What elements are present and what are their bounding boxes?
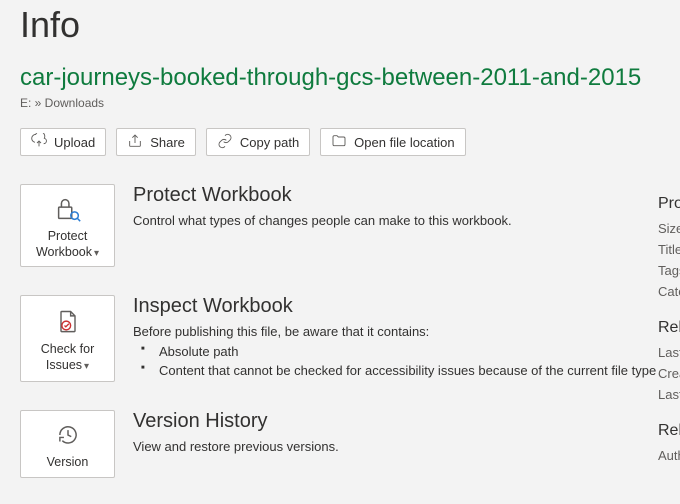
document-check-icon bbox=[54, 306, 82, 338]
version-section: Version Version History View and restore… bbox=[20, 410, 660, 478]
chevron-down-icon: ▾ bbox=[84, 361, 89, 372]
version-title: Version History bbox=[133, 410, 660, 433]
properties-panel: Properties Size Title Tags Categories Re… bbox=[658, 195, 680, 469]
version-desc: View and restore previous versions. bbox=[133, 438, 660, 456]
protect-workbook-button[interactable]: Protect Workbook▾ bbox=[20, 184, 115, 267]
copy-path-button[interactable]: Copy path bbox=[206, 128, 310, 156]
action-bar: Upload Share Copy path Open file locatio… bbox=[20, 128, 660, 156]
related-people-header: Related People bbox=[658, 422, 680, 440]
protect-tile-label: Protect Workbook bbox=[36, 229, 92, 259]
file-path: E: » Downloads bbox=[20, 96, 660, 110]
properties-header: Properties bbox=[658, 195, 680, 213]
page-title: Info bbox=[20, 4, 660, 46]
inspect-section: Check for Issues▾ Inspect Workbook Befor… bbox=[20, 295, 660, 382]
link-icon bbox=[217, 133, 233, 152]
list-item: Absolute path bbox=[151, 343, 660, 361]
prop-author-label: Author bbox=[658, 448, 680, 463]
prop-created-label: Created bbox=[658, 366, 680, 381]
open-file-location-button[interactable]: Open file location bbox=[320, 128, 465, 156]
prop-title-label: Title bbox=[658, 242, 680, 257]
prop-last-modified-label: Last Modified bbox=[658, 345, 680, 360]
prop-size-label: Size bbox=[658, 221, 680, 236]
check-for-issues-button[interactable]: Check for Issues▾ bbox=[20, 295, 115, 382]
share-icon bbox=[127, 133, 143, 152]
prop-categories-label: Categories bbox=[658, 284, 680, 299]
folder-icon bbox=[331, 133, 347, 152]
inspect-title: Inspect Workbook bbox=[133, 295, 660, 318]
version-tile-label: Version bbox=[47, 455, 89, 469]
protect-desc: Control what types of changes people can… bbox=[133, 212, 660, 230]
upload-icon bbox=[31, 133, 47, 152]
prop-last-printed-label: Last Printed bbox=[658, 387, 680, 402]
file-name: car-journeys-booked-through-gcs-between-… bbox=[20, 64, 660, 92]
protect-section: Protect Workbook▾ Protect Workbook Contr… bbox=[20, 184, 660, 267]
list-item: Content that cannot be checked for acces… bbox=[151, 362, 660, 380]
prop-tags-label: Tags bbox=[658, 263, 680, 278]
lock-search-icon bbox=[53, 193, 83, 225]
share-button[interactable]: Share bbox=[116, 128, 196, 156]
inspect-desc: Before publishing this file, be aware th… bbox=[133, 323, 660, 341]
copy-path-label: Copy path bbox=[240, 135, 299, 150]
history-icon bbox=[55, 419, 81, 451]
related-dates-header: Related Dates bbox=[658, 319, 680, 337]
share-label: Share bbox=[150, 135, 185, 150]
inspect-list: Absolute path Content that cannot be che… bbox=[133, 343, 660, 380]
version-history-button[interactable]: Version bbox=[20, 410, 115, 478]
upload-button[interactable]: Upload bbox=[20, 128, 106, 156]
upload-label: Upload bbox=[54, 135, 95, 150]
chevron-down-icon: ▾ bbox=[94, 248, 99, 259]
open-location-label: Open file location bbox=[354, 135, 454, 150]
protect-title: Protect Workbook bbox=[133, 184, 660, 207]
